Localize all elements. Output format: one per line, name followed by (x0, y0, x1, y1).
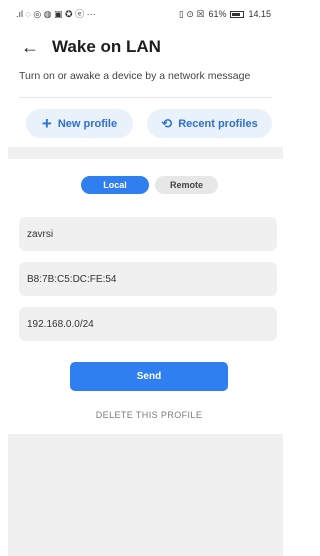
tab-local[interactable]: Local (81, 176, 149, 194)
status-bar-left-icons: .ıl ◌ ◎ ◍ ▣ ✪ ⓔ ··· (16, 8, 96, 19)
page-title: Wake on LAN (52, 37, 161, 56)
send-button[interactable]: Send (70, 362, 228, 391)
bottom-panel (8, 434, 283, 556)
plus-icon: + (41, 114, 52, 133)
device-name-field[interactable]: zavrsi (19, 217, 277, 251)
back-arrow-icon[interactable]: ← (18, 35, 42, 59)
ip-address-field[interactable]: 192.168.0.0/24 (19, 307, 277, 341)
recent-profiles-label: Recent profiles (178, 117, 258, 130)
new-profile-button[interactable]: + New profile (26, 109, 133, 138)
battery-icon (230, 10, 245, 18)
clock: 14.15 (248, 9, 271, 19)
status-bar-right: ▯ ⊙ ☒ 61% 14.15 (179, 9, 271, 19)
notification-icons: .ıl ◌ ◎ ◍ ▣ ✪ ⓔ ··· (16, 8, 96, 19)
divider (19, 97, 272, 98)
system-icons: ▯ ⊙ ☒ (178, 8, 205, 19)
history-icon: ⟲ (161, 116, 173, 131)
delete-profile-button[interactable]: DELETE THIS PROFILE (0, 410, 298, 420)
section-separator (8, 147, 283, 159)
page-subtitle: Turn on or awake a device by a network m… (19, 70, 251, 82)
mac-address-field[interactable]: B8:7B:C5:DC:FE:54 (19, 262, 277, 296)
app-bar: ← Wake on LAN (0, 30, 283, 64)
tab-remote[interactable]: Remote (155, 176, 218, 194)
new-profile-label: New profile (57, 117, 118, 130)
battery-percentage: 61% (208, 9, 227, 19)
recent-profiles-button[interactable]: ⟲ Recent profiles (147, 109, 272, 138)
status-bar: .ıl ◌ ◎ ◍ ▣ ✪ ⓔ ··· ▯ ⊙ ☒ 61% 14.15 (0, 0, 283, 28)
